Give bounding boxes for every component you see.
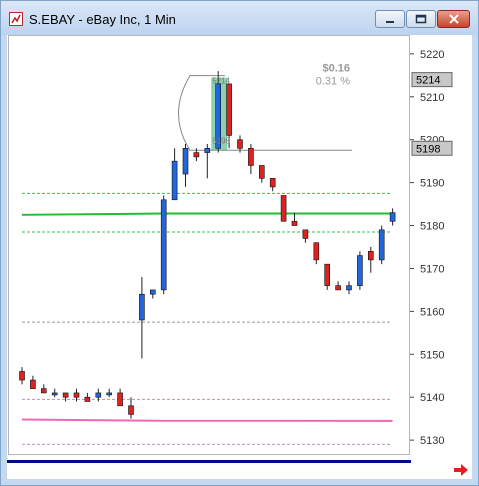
candle-body <box>291 220 298 226</box>
candle-body <box>95 392 102 398</box>
chart-window: S.EBAY - eBay Inc, 1 Min $0.16 0.31 % 5214… <box>0 0 479 486</box>
maximize-button[interactable] <box>406 10 436 28</box>
title-bar[interactable]: S.EBAY - eBay Inc, 1 Min <box>1 1 478 35</box>
candle-body <box>19 371 25 381</box>
close-button[interactable] <box>437 10 470 28</box>
candle-body <box>150 289 156 295</box>
measure-change-label: $0.16 <box>322 63 350 75</box>
candle-body <box>226 83 232 136</box>
price-flag-label: 5214 <box>416 75 440 87</box>
price-chart[interactable]: $0.160.31 % 5214 5198 5130 5140 5150 5160 5170 5… <box>7 35 472 479</box>
candle-body <box>378 229 385 261</box>
y-tick-label: 5150 <box>420 349 444 361</box>
candle-body <box>171 160 178 201</box>
window-title: S.EBAY - eBay Inc, 1 Min <box>29 12 176 27</box>
minimize-icon <box>385 14 395 24</box>
chart-area[interactable]: $0.16 0.31 % 5214 5198 5130 5140 5150 5160 5170 5… <box>7 35 472 479</box>
candle-body <box>106 392 112 396</box>
candle-body <box>280 195 287 222</box>
candle-body <box>128 405 134 415</box>
chart-app-icon <box>9 12 23 26</box>
candle-body <box>117 392 123 407</box>
candle-body <box>160 199 167 291</box>
minimize-button[interactable] <box>375 10 405 28</box>
time-axis-bar <box>7 460 411 479</box>
candle-body <box>193 152 200 158</box>
price-flag-label: 5198 <box>416 143 440 155</box>
candle-body <box>51 392 58 396</box>
candle-body <box>204 147 211 153</box>
candle-body <box>259 165 265 179</box>
candle-body <box>389 212 396 222</box>
candle-body <box>248 147 254 166</box>
candle-body <box>84 396 91 402</box>
y-tick-label: 5180 <box>420 221 444 233</box>
candle-body <box>335 285 341 291</box>
y-tick-label: 5170 <box>420 263 444 275</box>
candle-body <box>357 255 363 286</box>
candle-body <box>367 250 374 261</box>
green-level <box>21 212 393 216</box>
pink-level <box>21 418 393 422</box>
y-tick-label: 5130 <box>420 435 444 447</box>
candle-body <box>73 392 80 398</box>
y-tick-label: 5160 <box>420 306 444 318</box>
candle-body <box>324 263 331 286</box>
measure-low-label: 5198 <box>212 136 230 145</box>
candle-body <box>62 392 69 398</box>
candle-body <box>269 178 276 188</box>
maximize-icon <box>415 14 427 24</box>
y-tick-label: 5210 <box>420 92 444 104</box>
scroll-right-arrow-icon[interactable] <box>453 464 469 476</box>
candle-body <box>313 242 320 261</box>
y-tick-label: 5140 <box>420 392 444 404</box>
candle-body <box>139 293 145 321</box>
measure-high-label: 5214 <box>212 77 230 86</box>
candle-body <box>30 379 36 389</box>
y-tick-label: 5190 <box>420 178 444 190</box>
candle-body <box>182 147 189 175</box>
candle-body <box>40 388 47 394</box>
measure-percent-label: 0.31 % <box>316 76 350 88</box>
y-tick-label: 5220 <box>420 49 444 61</box>
candle-body <box>302 229 309 239</box>
close-icon <box>448 14 459 24</box>
candle-body <box>237 139 243 149</box>
candle-body <box>346 285 352 291</box>
